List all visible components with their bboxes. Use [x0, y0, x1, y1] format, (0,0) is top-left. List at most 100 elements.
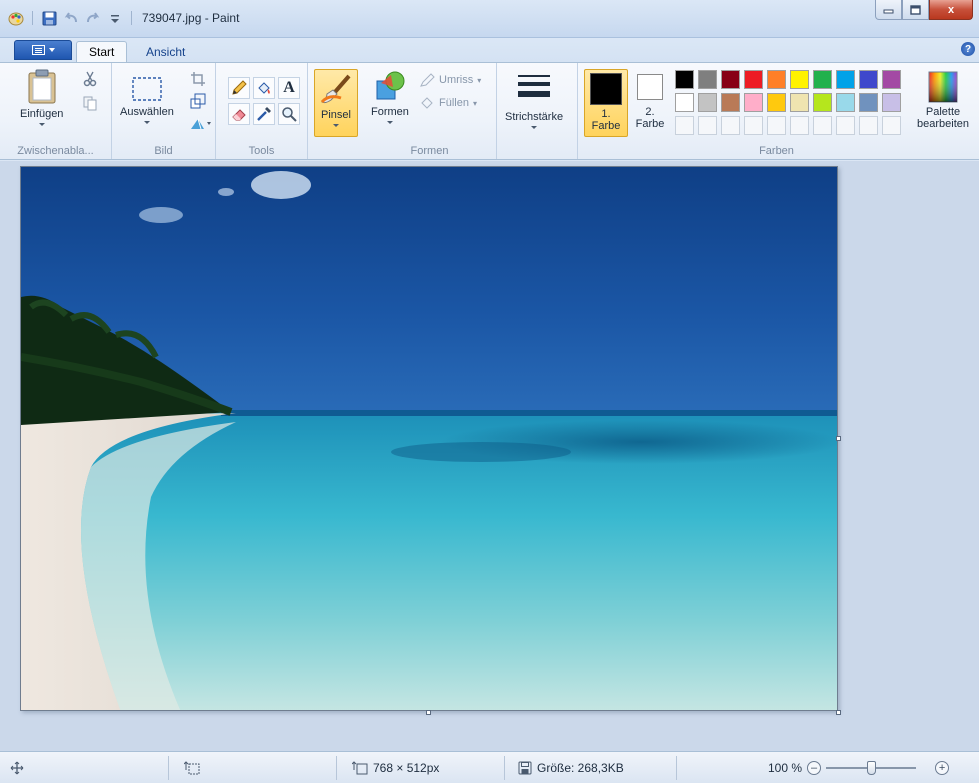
palette-color-swatch[interactable]	[721, 70, 740, 89]
palette-custom-slot[interactable]	[767, 116, 786, 135]
qat-separator	[32, 11, 33, 25]
palette-color-swatch[interactable]	[836, 70, 855, 89]
image-group-label: Bild	[154, 145, 173, 157]
crop-icon[interactable]	[188, 69, 208, 89]
size-button[interactable]: Strichstärke	[505, 73, 563, 129]
resize-handle-bottom[interactable]	[426, 710, 431, 715]
palette-color-swatch[interactable]	[675, 93, 694, 112]
customize-qat-icon[interactable]	[107, 10, 123, 26]
zoom-in-button[interactable]: +	[935, 761, 950, 775]
chevron-down-icon	[531, 126, 538, 129]
help-icon[interactable]: ?	[961, 42, 975, 56]
palette-color-swatch[interactable]	[813, 70, 832, 89]
color-picker-tool[interactable]	[253, 103, 275, 125]
zoom-slider[interactable]	[826, 761, 917, 775]
close-icon: x	[947, 3, 955, 16]
palette-color-swatch[interactable]	[882, 70, 901, 89]
maximize-icon	[910, 4, 921, 15]
selection-size	[184, 752, 200, 783]
cut-icon[interactable]	[80, 69, 100, 89]
palette-color-swatch[interactable]	[859, 93, 878, 112]
paste-label: Einfügen	[20, 108, 64, 120]
close-button[interactable]: x	[929, 0, 973, 20]
chevron-down-icon	[38, 123, 45, 126]
select-button[interactable]: Auswählen	[120, 75, 174, 124]
palette-color-swatch[interactable]	[767, 93, 786, 112]
shapes-button[interactable]: Formen	[371, 69, 409, 124]
color1-label: 1. Farbe	[591, 108, 621, 132]
fill-button[interactable]: Füllen ▾	[419, 96, 477, 110]
save-icon[interactable]	[41, 10, 57, 26]
palette-color-swatch[interactable]	[836, 93, 855, 112]
color1-button[interactable]: 1. Farbe	[584, 69, 628, 137]
zoom-level-text: 100 %	[768, 761, 803, 775]
colors-group: 1. Farbe 2. Farbe Palette bearbeiten Farben	[577, 63, 975, 159]
file-size: Größe: 268,3KB	[518, 752, 624, 783]
size-label: Strichstärke	[505, 111, 564, 123]
eraser-icon	[232, 109, 246, 121]
brushes-button[interactable]: Pinsel	[314, 69, 358, 137]
resize-handle-right[interactable]	[836, 436, 841, 441]
image-canvas[interactable]	[20, 166, 838, 711]
edit-palette-button[interactable]: Palette bearbeiten	[912, 71, 974, 130]
palette-custom-slot[interactable]	[836, 116, 855, 135]
palette-color-swatch[interactable]	[790, 70, 809, 89]
resize-handle-corner[interactable]	[836, 710, 841, 715]
paste-button[interactable]: Einfügen	[20, 69, 63, 126]
maximize-button[interactable]	[902, 0, 929, 20]
palette-color-swatch[interactable]	[698, 93, 717, 112]
palette-custom-slot[interactable]	[698, 116, 717, 135]
rotate-icon[interactable]	[188, 113, 214, 133]
palette-color-swatch[interactable]	[882, 93, 901, 112]
redo-icon[interactable]	[85, 10, 101, 26]
image-group: Auswählen Bild	[112, 63, 216, 159]
palette-color-swatch[interactable]	[790, 93, 809, 112]
ribbon-tab-row: Start Ansicht ?	[0, 38, 979, 62]
palette-custom-slot[interactable]	[744, 116, 763, 135]
minimize-button[interactable]	[875, 0, 902, 20]
palette-color-swatch[interactable]	[813, 93, 832, 112]
palette-custom-slot[interactable]	[859, 116, 878, 135]
paint-app-icon[interactable]	[8, 10, 24, 26]
text-tool[interactable]: A	[278, 77, 300, 99]
application-menu-button[interactable]	[14, 40, 72, 60]
palette-custom-slot[interactable]	[721, 116, 740, 135]
tools-group: A Tools	[216, 63, 308, 159]
palette-custom-slot[interactable]	[790, 116, 809, 135]
undo-icon[interactable]	[63, 10, 79, 26]
palette-color-swatch[interactable]	[721, 93, 740, 112]
outline-button[interactable]: Umriss ▾	[419, 73, 481, 87]
palette-color-swatch[interactable]	[767, 70, 786, 89]
tab-ansicht[interactable]: Ansicht	[134, 41, 197, 62]
palette-color-swatch[interactable]	[859, 70, 878, 89]
resize-icon[interactable]	[188, 91, 208, 111]
magnifier-tool[interactable]	[278, 103, 300, 125]
canvas-workspace[interactable]	[0, 161, 979, 751]
palette-custom-slot[interactable]	[675, 116, 694, 135]
palette-color-swatch[interactable]	[744, 93, 763, 112]
brushes-label: Pinsel	[321, 109, 351, 121]
outline-icon	[420, 73, 435, 87]
palette-color-swatch[interactable]	[744, 70, 763, 89]
chevron-down-icon	[143, 121, 150, 124]
clipboard-group-label: Zwischenabla...	[17, 145, 94, 157]
palette-custom-slot[interactable]	[813, 116, 832, 135]
zoom-out-button[interactable]: –	[807, 761, 822, 775]
window-title: 739047.jpg - Paint	[142, 11, 240, 25]
eraser-tool[interactable]	[228, 103, 250, 125]
paint-bucket-icon	[258, 82, 270, 94]
pencil-tool[interactable]	[228, 77, 250, 99]
tab-start[interactable]: Start	[76, 41, 128, 62]
title-bar: 739047.jpg - Paint x	[0, 0, 979, 38]
edit-palette-label: Palette bearbeiten	[917, 106, 969, 130]
selection-size-icon	[184, 761, 200, 775]
copy-icon[interactable]	[80, 93, 100, 113]
palette-custom-slot[interactable]	[882, 116, 901, 135]
palette-color-swatch[interactable]	[698, 70, 717, 89]
ribbon: Einfügen Zwischenabla... Auswählen Bild	[0, 62, 979, 160]
qat-separator	[131, 11, 132, 25]
palette-color-swatch[interactable]	[675, 70, 694, 89]
zoom-slider-thumb[interactable]	[866, 761, 876, 775]
color2-button[interactable]: 2. Farbe	[632, 69, 668, 137]
fill-tool[interactable]	[253, 77, 275, 99]
